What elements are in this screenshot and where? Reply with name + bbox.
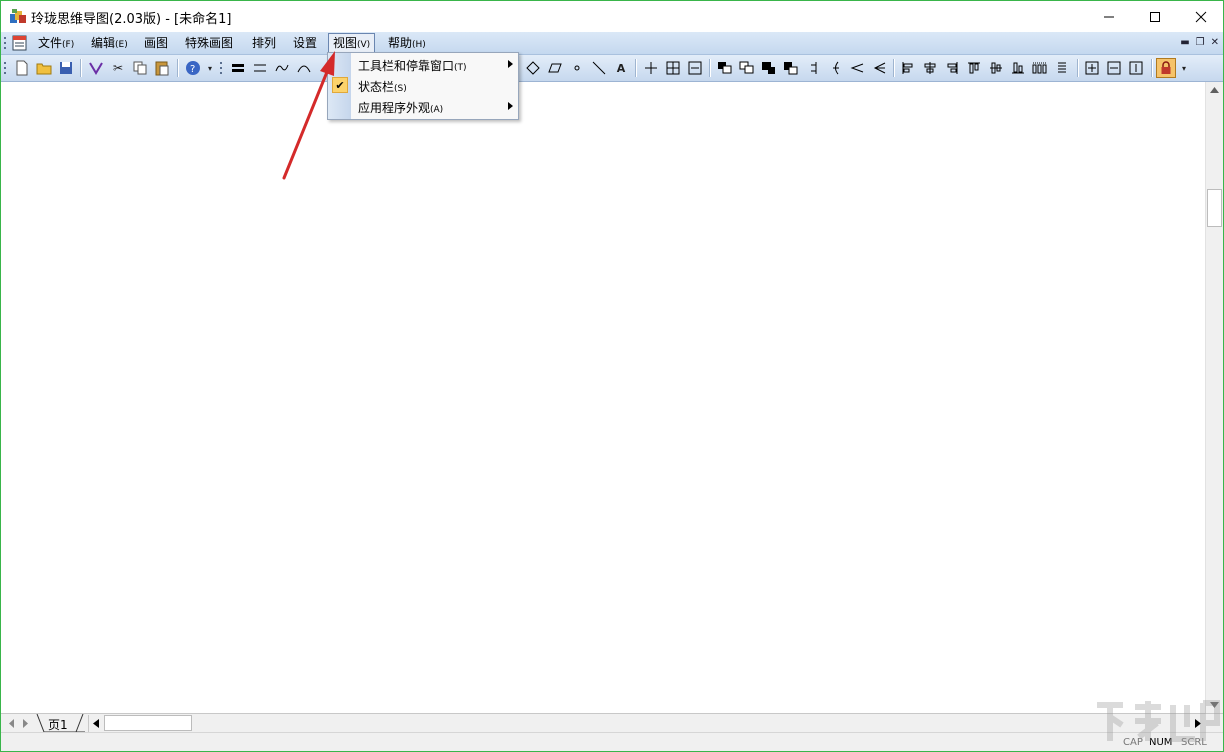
menu-item-app-appearance[interactable]: 应用程序外观(A) <box>328 96 518 117</box>
align-right-icon[interactable] <box>942 58 962 78</box>
menubar-grip-icon[interactable] <box>4 36 7 50</box>
minimize-icon <box>1104 16 1114 17</box>
submenu-arrow-icon <box>508 102 513 110</box>
fit-width-icon[interactable] <box>1104 58 1124 78</box>
align-left-icon[interactable] <box>898 58 918 78</box>
close-button[interactable] <box>1178 1 1223 32</box>
mdi-controls: ▬ ❐ ✕ <box>1180 37 1219 48</box>
branch-angle-icon[interactable] <box>847 58 867 78</box>
send-backward-icon[interactable] <box>781 58 801 78</box>
new-file-icon[interactable] <box>12 58 32 78</box>
text-tool-icon[interactable]: A <box>611 58 631 78</box>
diamond-shape-icon[interactable] <box>523 58 543 78</box>
menu-item-label: 工具栏和停靠窗口(T) <box>358 59 467 73</box>
thick-line-icon[interactable] <box>228 58 248 78</box>
maximize-button[interactable] <box>1132 1 1178 32</box>
close-icon <box>1195 11 1207 22</box>
paste-icon[interactable] <box>152 58 172 78</box>
menu-item-toolbars-docking[interactable]: 工具栏和停靠窗口(T) <box>328 54 518 75</box>
app-window: 玲珑思维导图(2.03版) - [未命名1] 文件(F) 编辑(E) 画图 特殊… <box>0 0 1224 752</box>
align-top-icon[interactable] <box>964 58 984 78</box>
mdi-minimize-icon[interactable]: ▬ <box>1180 37 1189 48</box>
window-title: 玲珑思维导图(2.03版) - [未命名1] <box>31 12 232 27</box>
vertical-scrollbar[interactable] <box>1205 82 1223 713</box>
annotation-arrow <box>282 51 335 180</box>
bring-front-icon[interactable] <box>715 58 735 78</box>
send-back-icon[interactable] <box>737 58 757 78</box>
page-tab-1[interactable]: 页1 <box>48 716 68 733</box>
mdi-restore-icon[interactable]: ❐ <box>1196 37 1205 48</box>
title-bar: 玲珑思维导图(2.03版) - [未命名1] <box>1 1 1223 32</box>
menu-draw[interactable]: 画图 <box>140 34 172 52</box>
fit-height-icon[interactable] <box>1126 58 1146 78</box>
toolbar-overflow-icon[interactable]: ▾ <box>205 58 215 78</box>
horizontal-scrollbar[interactable] <box>88 715 1205 732</box>
diagonal-line-icon[interactable] <box>589 58 609 78</box>
main-toolbar: ✂ ? ▾ A ▾ <box>1 55 1223 82</box>
split-row-icon[interactable] <box>685 58 705 78</box>
parallelogram-shape-icon[interactable] <box>545 58 565 78</box>
menu-item-label: 状态栏(S) <box>358 80 407 94</box>
menu-bar: 文件(F) 编辑(E) 画图 特殊画图 排列 设置 视图(V) 帮助(H) ▬ … <box>1 32 1223 55</box>
align-bottom-icon[interactable] <box>1008 58 1028 78</box>
toolbar2-grip-icon[interactable] <box>220 61 223 75</box>
open-folder-icon[interactable] <box>34 58 54 78</box>
tab-scroll-left-icon[interactable] <box>8 719 16 728</box>
grid-insert-icon[interactable] <box>663 58 683 78</box>
distribute-horizontal-icon[interactable] <box>1030 58 1050 78</box>
bring-forward-icon[interactable] <box>759 58 779 78</box>
menu-item-status-bar[interactable]: ✔ 状态栏(S) <box>328 75 518 96</box>
branch-fork-icon[interactable] <box>869 58 889 78</box>
horizontal-scroll-thumb[interactable] <box>104 715 192 731</box>
document-menu-icon[interactable] <box>11 34 29 52</box>
maximize-icon <box>1150 11 1160 22</box>
add-node-icon[interactable] <box>641 58 661 78</box>
vertical-scroll-thumb[interactable] <box>1207 189 1222 227</box>
hscroll-left-icon[interactable] <box>93 719 99 728</box>
save-icon[interactable] <box>56 58 76 78</box>
toolbar-grip-icon[interactable] <box>4 61 7 75</box>
menu-special-draw[interactable]: 特殊画图 <box>181 34 237 52</box>
branch-curve-icon[interactable] <box>825 58 845 78</box>
scroll-up-icon[interactable] <box>1210 87 1219 93</box>
menu-help[interactable]: 帮助(H) <box>384 34 430 52</box>
page-tab-bar: 页1 <box>1 713 1223 733</box>
watermark-logo <box>1097 700 1220 742</box>
minimize-button[interactable] <box>1086 1 1132 32</box>
mdi-close-icon[interactable]: ✕ <box>1211 37 1219 48</box>
svg-text:?: ? <box>190 64 195 75</box>
align-center-icon[interactable] <box>920 58 940 78</box>
tab-scroll-right-icon[interactable] <box>21 719 29 728</box>
double-line-icon[interactable] <box>250 58 270 78</box>
fit-page-icon[interactable] <box>1082 58 1102 78</box>
small-circle-icon[interactable] <box>567 58 587 78</box>
lock-icon[interactable] <box>1156 58 1176 78</box>
branch-left-icon[interactable] <box>803 58 823 78</box>
undo-icon[interactable] <box>86 58 106 78</box>
menu-file[interactable]: 文件(F) <box>34 34 78 52</box>
drawing-canvas[interactable] <box>1 82 1205 713</box>
menu-item-label: 应用程序外观(A) <box>358 101 444 115</box>
app-logo-icon <box>10 9 26 23</box>
view-dropdown-menu: 工具栏和停靠窗口(T) ✔ 状态栏(S) 应用程序外观(A) <box>327 52 519 120</box>
align-middle-icon[interactable] <box>986 58 1006 78</box>
cut-icon[interactable]: ✂ <box>108 58 128 78</box>
toolbar2-overflow-icon[interactable]: ▾ <box>1179 58 1189 78</box>
menu-edit[interactable]: 编辑(E) <box>87 34 132 52</box>
copy-icon[interactable] <box>130 58 150 78</box>
distribute-vertical-icon[interactable] <box>1052 58 1072 78</box>
submenu-arrow-icon <box>508 60 513 68</box>
help-icon[interactable]: ? <box>183 58 203 78</box>
status-bar: CAP NUM SCRL <box>1 732 1223 751</box>
